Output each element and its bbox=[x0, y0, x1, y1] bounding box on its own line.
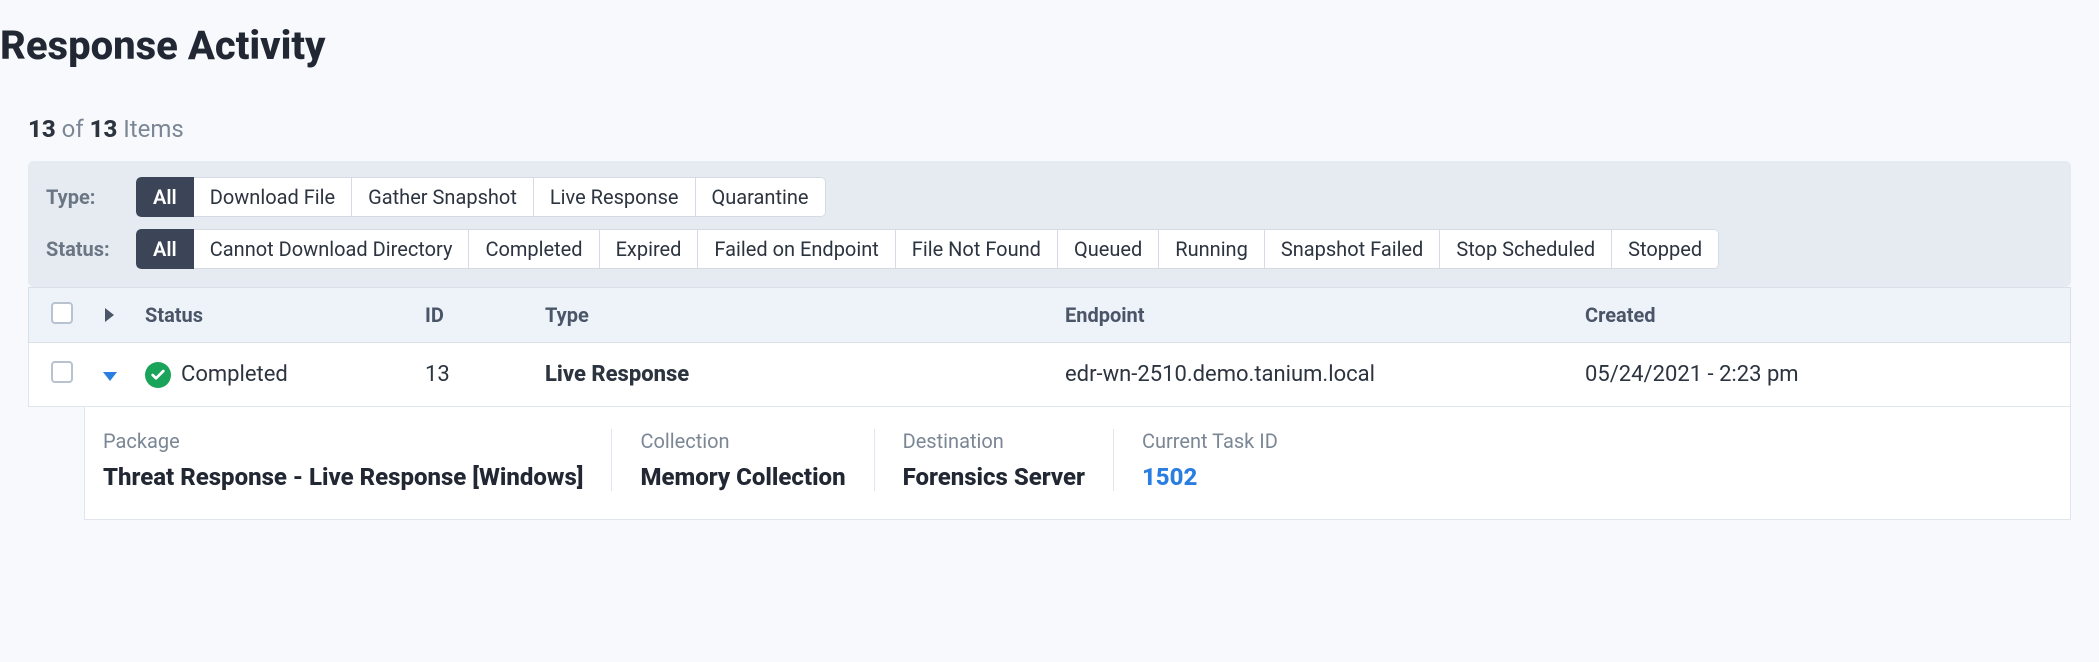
status-filter-stopped[interactable]: Stopped bbox=[1612, 229, 1719, 269]
status-filter-queued[interactable]: Queued bbox=[1058, 229, 1159, 269]
row-expand-icon[interactable] bbox=[103, 372, 117, 381]
detail-task-id: Current Task ID 1502 bbox=[1114, 429, 1306, 491]
status-filter-running[interactable]: Running bbox=[1159, 229, 1265, 269]
expand-all-icon[interactable] bbox=[105, 308, 114, 322]
row-status-text: Completed bbox=[181, 362, 288, 387]
row-checkbox[interactable] bbox=[51, 361, 73, 383]
row-id: 13 bbox=[417, 362, 537, 387]
type-filter-group: All Download File Gather Snapshot Live R… bbox=[136, 177, 826, 217]
count-of: of bbox=[62, 115, 84, 143]
type-filter-gather-snapshot[interactable]: Gather Snapshot bbox=[352, 177, 534, 217]
table-row[interactable]: Completed 13 Live Response edr-wn-2510.d… bbox=[28, 343, 2071, 407]
detail-destination-label: Destination bbox=[903, 429, 1085, 453]
status-filter-completed[interactable]: Completed bbox=[469, 229, 599, 269]
detail-task-id-link[interactable]: 1502 bbox=[1142, 463, 1278, 491]
count-items-word: Items bbox=[123, 115, 184, 143]
status-filter-file-not-found[interactable]: File Not Found bbox=[896, 229, 1058, 269]
type-filter-quarantine[interactable]: Quarantine bbox=[696, 177, 826, 217]
col-status[interactable]: Status bbox=[137, 303, 417, 327]
status-filter-failed-on-endpoint[interactable]: Failed on Endpoint bbox=[698, 229, 895, 269]
type-filter-label: Type: bbox=[46, 185, 136, 209]
type-filter-all[interactable]: All bbox=[136, 177, 194, 217]
status-filter-cannot-download-directory[interactable]: Cannot Download Directory bbox=[194, 229, 470, 269]
detail-collection-value: Memory Collection bbox=[640, 463, 845, 491]
status-filter-label: Status: bbox=[46, 237, 136, 261]
page-title: Response Activity bbox=[0, 0, 2099, 87]
count-shown: 13 bbox=[28, 115, 56, 143]
detail-package-label: Package bbox=[103, 429, 583, 453]
detail-destination: Destination Forensics Server bbox=[875, 429, 1114, 491]
activity-table: Status ID Type Endpoint Created Complete… bbox=[28, 287, 2071, 520]
row-endpoint: edr-wn-2510.demo.tanium.local bbox=[1057, 362, 1577, 387]
type-filter-row: Type: All Download File Gather Snapshot … bbox=[46, 177, 2053, 217]
col-created[interactable]: Created bbox=[1577, 303, 1977, 327]
status-filter-group: All Cannot Download Directory Completed … bbox=[136, 229, 1719, 269]
detail-task-id-label: Current Task ID bbox=[1142, 429, 1278, 453]
type-filter-live-response[interactable]: Live Response bbox=[534, 177, 696, 217]
row-detail-panel: Package Threat Response - Live Response … bbox=[84, 407, 2071, 520]
count-total: 13 bbox=[90, 115, 118, 143]
detail-collection-label: Collection bbox=[640, 429, 845, 453]
status-filter-snapshot-failed[interactable]: Snapshot Failed bbox=[1265, 229, 1441, 269]
detail-destination-value: Forensics Server bbox=[903, 463, 1085, 491]
status-filter-stop-scheduled[interactable]: Stop Scheduled bbox=[1440, 229, 1612, 269]
detail-collection: Collection Memory Collection bbox=[612, 429, 874, 491]
status-success-icon bbox=[145, 362, 171, 388]
type-filter-download-file[interactable]: Download File bbox=[194, 177, 352, 217]
row-type: Live Response bbox=[537, 362, 1057, 387]
col-type[interactable]: Type bbox=[537, 303, 1057, 327]
detail-package: Package Threat Response - Live Response … bbox=[103, 429, 612, 491]
table-header: Status ID Type Endpoint Created bbox=[28, 287, 2071, 343]
row-created: 05/24/2021 - 2:23 pm bbox=[1577, 362, 1977, 387]
detail-package-value: Threat Response - Live Response [Windows… bbox=[103, 463, 583, 491]
status-filter-all[interactable]: All bbox=[136, 229, 194, 269]
col-id[interactable]: ID bbox=[417, 303, 537, 327]
content-area: 13 of 13 Items Type: All Download File G… bbox=[0, 87, 2099, 520]
status-filter-row: Status: All Cannot Download Directory Co… bbox=[46, 229, 2053, 269]
select-all-checkbox[interactable] bbox=[51, 302, 73, 324]
filters-panel: Type: All Download File Gather Snapshot … bbox=[28, 161, 2071, 287]
col-endpoint[interactable]: Endpoint bbox=[1057, 303, 1577, 327]
item-count: 13 of 13 Items bbox=[0, 87, 2099, 161]
status-filter-expired[interactable]: Expired bbox=[600, 229, 699, 269]
